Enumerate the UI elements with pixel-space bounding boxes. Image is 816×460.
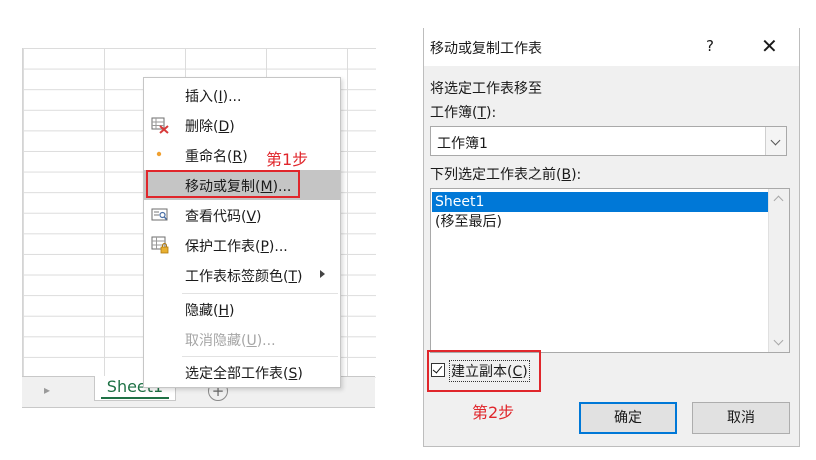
view-code-icon: [151, 208, 168, 221]
menu-item-delete[interactable]: 删除(D): [144, 110, 340, 140]
submenu-arrow-icon: [320, 270, 325, 278]
step2-annotation: 第2步: [472, 403, 515, 422]
sheet-listbox[interactable]: Sheet1 (移至最后): [430, 188, 790, 353]
menu-item-unhide: 取消隐藏(U)...: [185, 333, 276, 349]
workbook-label: 工作簿(T):: [430, 105, 497, 121]
menu-item-protect-sheet[interactable]: 保护工作表(P)...: [144, 230, 340, 260]
listbox-scrollbar[interactable]: [768, 189, 789, 352]
workbook-select-value: 工作簿1: [437, 136, 488, 152]
menu-item-tab-color[interactable]: 工作表标签颜色(T): [144, 260, 340, 290]
menu-item-insert[interactable]: 插入(I)...: [144, 80, 340, 110]
move-or-copy-dialog: 移动或复制工作表 ? ✕ 将选定工作表移至 工作簿(T): 工作簿1 下列选定工…: [423, 28, 800, 447]
menu-item-select-all-sheets[interactable]: 选定全部工作表(S): [144, 357, 340, 387]
tab-scroll-left-icon[interactable]: ▸: [44, 383, 50, 397]
protect-sheet-icon: [151, 236, 169, 254]
ok-button[interactable]: 确定: [579, 402, 677, 434]
scroll-up-icon[interactable]: [773, 195, 784, 206]
workbook-select[interactable]: 工作簿1: [430, 126, 787, 156]
delete-sheet-icon: [151, 117, 169, 134]
menu-item-rename[interactable]: 重命名(R): [144, 140, 340, 170]
scroll-down-icon[interactable]: [773, 335, 784, 346]
step1-highlight-box: [146, 170, 300, 198]
cancel-button[interactable]: 取消: [692, 402, 790, 434]
dialog-titlebar: 移动或复制工作表 ? ✕: [424, 28, 799, 66]
dialog-title: 移动或复制工作表: [430, 41, 542, 57]
step2-highlight-box: [427, 350, 541, 392]
menu-item-hide[interactable]: 隐藏(H): [144, 294, 340, 324]
before-sheet-label: 下列选定工作表之前(B):: [430, 167, 582, 183]
menu-item-view-code[interactable]: 查看代码(V): [144, 200, 340, 230]
step1-annotation: 第1步: [266, 150, 309, 169]
list-item-sheet1[interactable]: Sheet1: [432, 192, 768, 212]
move-to-label: 将选定工作表移至: [430, 81, 542, 97]
close-icon[interactable]: ✕: [761, 34, 778, 58]
list-item-move-to-end[interactable]: (移至最后): [432, 212, 768, 232]
rename-dot-icon: [156, 151, 162, 157]
context-menu: 插入(I)... 删除(D) 重命名(R) 移动或复制(M)... 查看代码(V…: [143, 77, 341, 388]
help-icon[interactable]: ?: [706, 37, 714, 55]
chevron-down-icon[interactable]: [765, 127, 786, 155]
